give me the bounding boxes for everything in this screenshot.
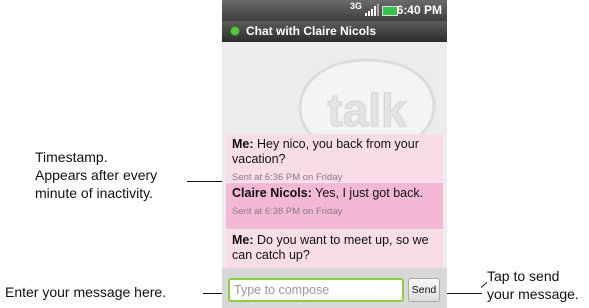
tap-send-callout-line1: Tap to send xyxy=(487,268,560,284)
talk-logo-text: talk xyxy=(327,84,407,136)
chat-title: Chat with Claire Nicols xyxy=(246,24,377,38)
timestamp-leader-line xyxy=(187,181,225,182)
chat-area[interactable]: talk Me: Hey nico, you back from your va… xyxy=(222,42,447,268)
chat-title-bar: Chat with Claire Nicols xyxy=(222,21,447,42)
message-sender: Claire Nicols: xyxy=(232,186,312,200)
message-timestamp: Sent at 6:38 PM on Friday xyxy=(232,206,343,217)
tap-send-callout-line2: your message. xyxy=(487,286,579,302)
phone-screen: 3G 6:40 PM Chat with Claire Nicols talk … xyxy=(222,0,447,308)
enter-message-callout: Enter your message here. xyxy=(5,284,167,300)
network-type-indicator: 3G xyxy=(350,1,363,11)
compose-input[interactable]: Type to compose xyxy=(228,278,404,302)
presence-available-icon xyxy=(230,26,240,36)
timestamp-callout: Timestamp. Appears after every minute of… xyxy=(35,148,157,202)
compose-placeholder: Type to compose xyxy=(234,283,330,297)
message-item: Me: Do you want to meet up, so we can ca… xyxy=(226,230,443,268)
tap-send-leader-line xyxy=(442,293,482,294)
battery-icon xyxy=(382,6,398,16)
timestamp-callout-line3: minute of inactivity. xyxy=(35,185,154,201)
message-sender: Me: xyxy=(232,137,254,151)
status-clock: 6:40 PM xyxy=(396,3,442,17)
message-item: Claire Nicols: Yes, I just got back. Sen… xyxy=(226,183,443,229)
compose-bar: Type to compose Send xyxy=(222,268,447,308)
message-text: Do you want to meet up, so we can catch … xyxy=(232,233,429,262)
timestamp-callout-line2: Appears after every xyxy=(35,167,158,183)
message-item: Me: Hey nico, you back from your vacatio… xyxy=(226,134,443,183)
message-sender: Me: xyxy=(232,233,254,247)
signal-strength-icon xyxy=(365,4,379,16)
message-text: Hey nico, you back from your vacation? xyxy=(232,137,419,166)
timestamp-callout-line1: Timestamp. xyxy=(35,149,108,165)
message-text: Yes, I just got back. xyxy=(311,186,424,200)
tap-send-callout: Tap to send your message. xyxy=(487,267,579,303)
send-button[interactable]: Send xyxy=(408,278,440,302)
status-bar: 3G 6:40 PM xyxy=(222,0,447,21)
